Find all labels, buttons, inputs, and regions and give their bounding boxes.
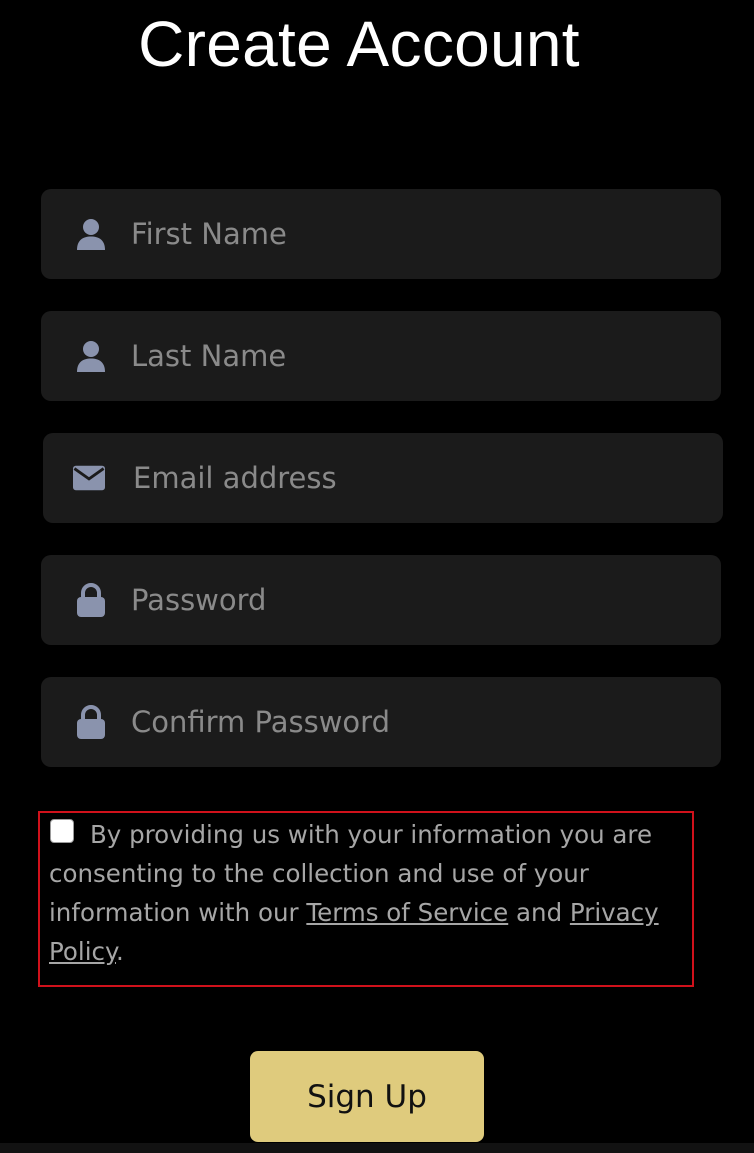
password-field[interactable] xyxy=(41,555,721,645)
lock-icon xyxy=(75,555,107,645)
last-name-input[interactable] xyxy=(131,311,701,401)
email-input[interactable] xyxy=(133,433,703,523)
consent-checkbox[interactable] xyxy=(50,819,74,843)
user-icon xyxy=(75,189,107,279)
page-bottom-edge xyxy=(0,1143,754,1153)
last-name-field[interactable] xyxy=(41,311,721,401)
first-name-field[interactable] xyxy=(41,189,721,279)
page-title: Create Account xyxy=(138,8,580,80)
confirm-password-field[interactable] xyxy=(41,677,721,767)
lock-icon xyxy=(75,677,107,767)
consent-text-after: . xyxy=(115,937,124,966)
password-input[interactable] xyxy=(131,555,701,645)
first-name-input[interactable] xyxy=(131,189,701,279)
email-field[interactable] xyxy=(43,433,723,523)
terms-of-service-link[interactable]: Terms of Service xyxy=(306,898,508,927)
confirm-password-input[interactable] xyxy=(131,677,701,767)
envelope-icon xyxy=(73,433,105,523)
user-icon xyxy=(75,311,107,401)
consent-text: By providing us with your information yo… xyxy=(49,815,679,971)
sign-up-button[interactable]: Sign Up xyxy=(250,1051,484,1142)
consent-text-conjunction: and xyxy=(508,898,570,927)
